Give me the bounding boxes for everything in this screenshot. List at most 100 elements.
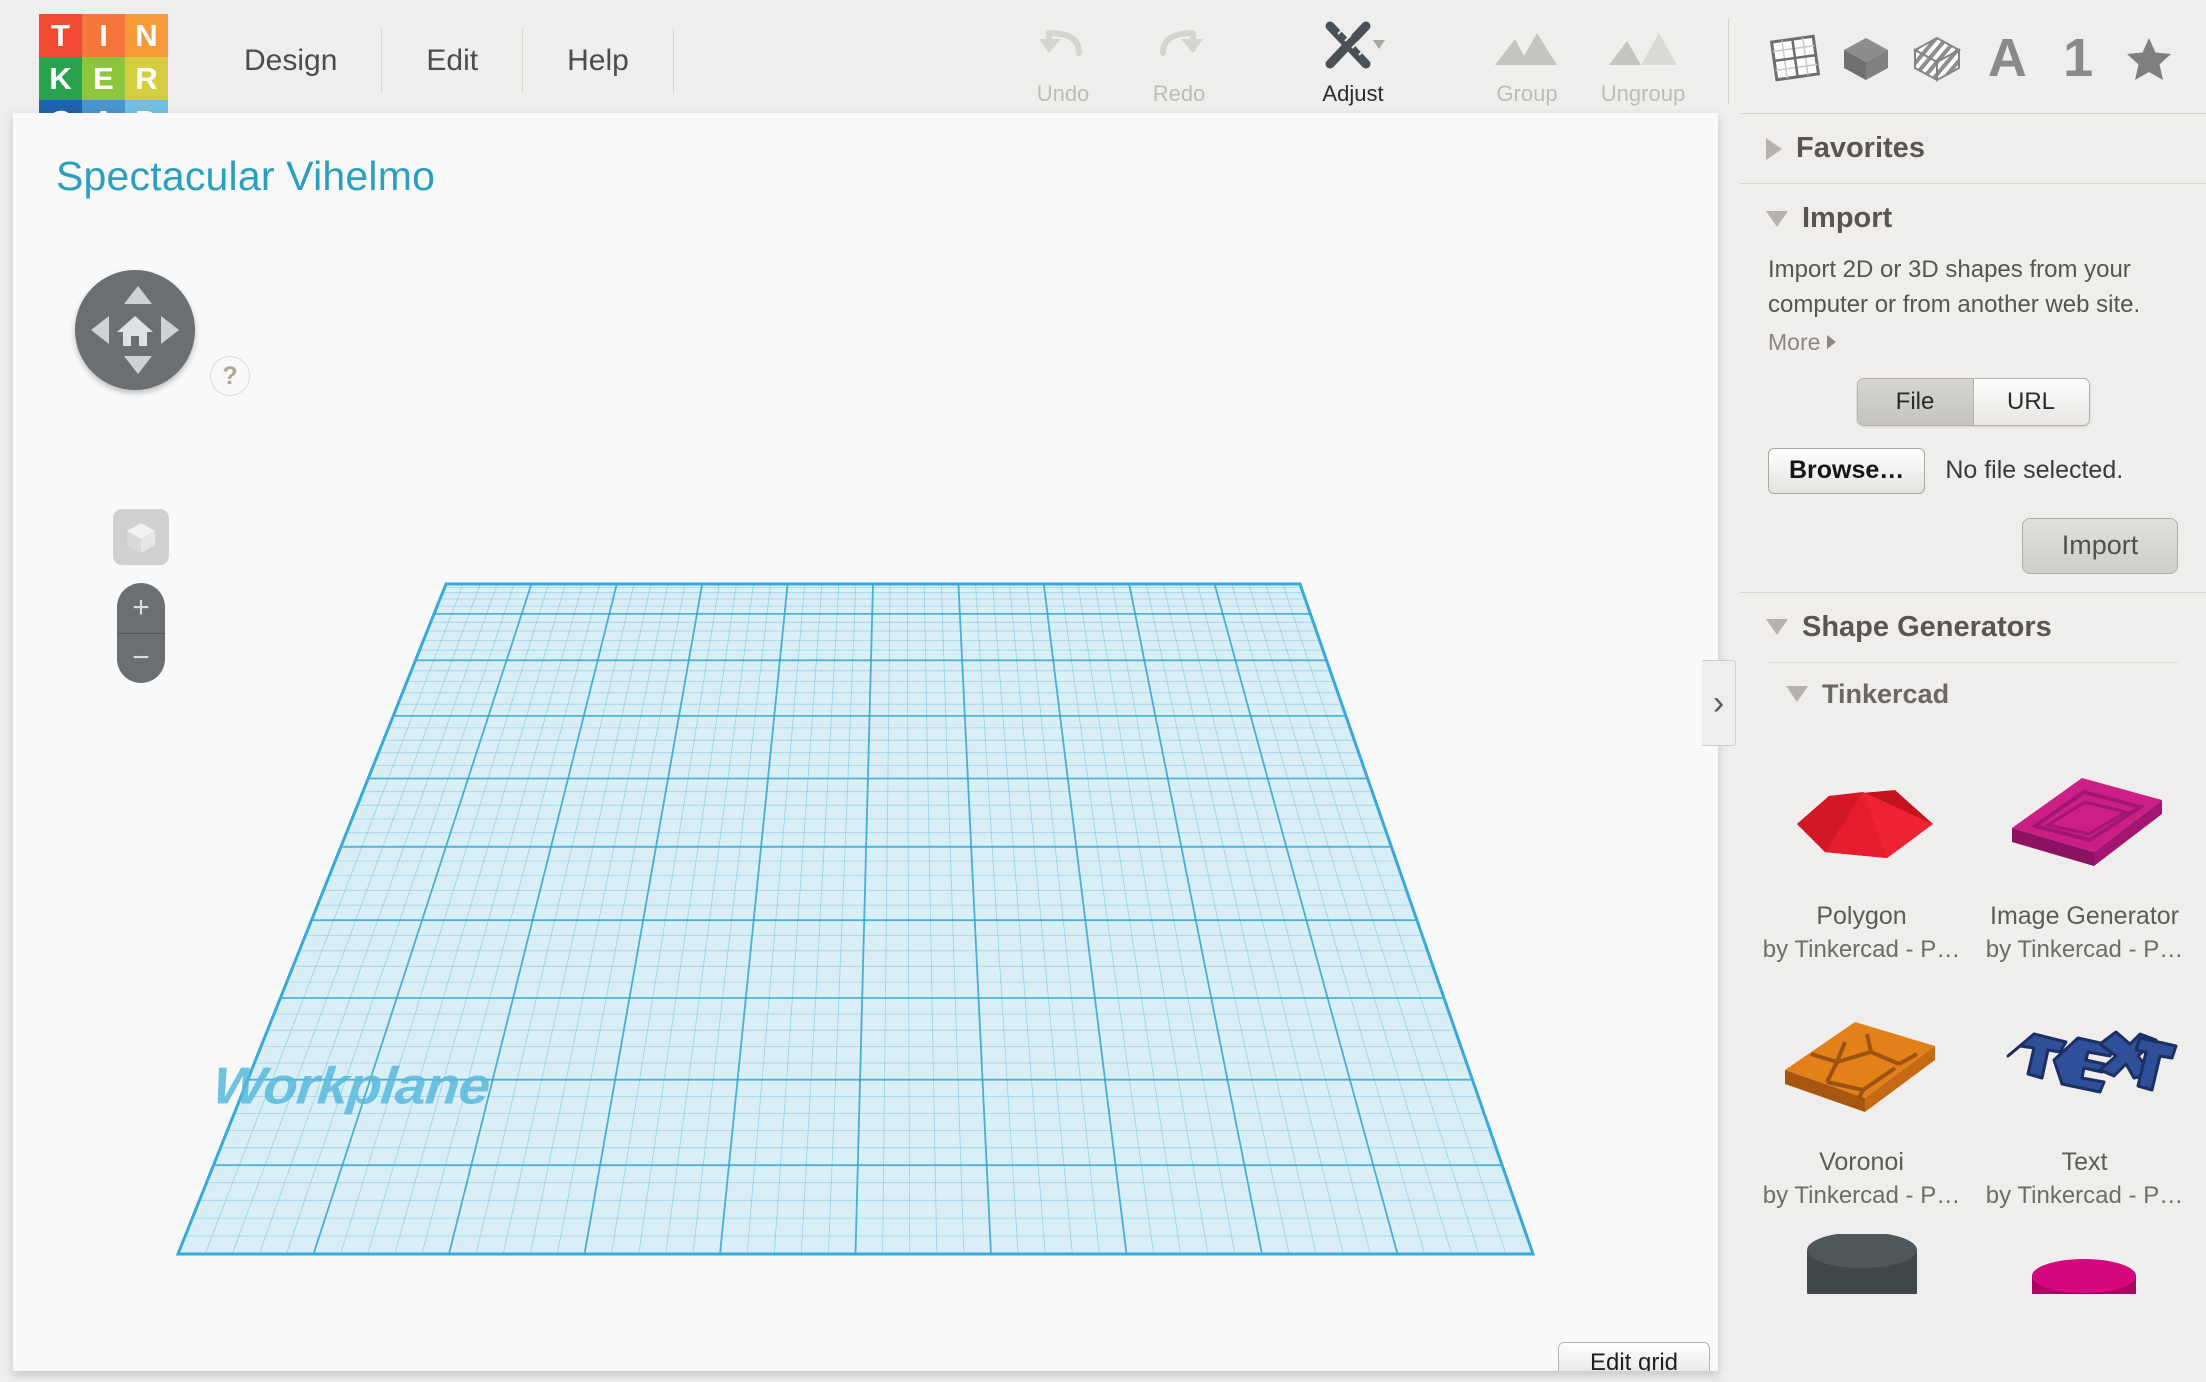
undo-button[interactable]: Undo [1005,16,1121,107]
workplane-icon[interactable] [1764,27,1826,89]
shape-author: by Tinkercad - P… [1985,935,2184,963]
workplane-label: Workplane [209,1056,493,1115]
logo-tile-i: I [82,14,125,57]
edit-grid-button[interactable]: Edit grid [1558,1342,1710,1371]
design-canvas[interactable]: Spectacular Vihelmo Workplane ? + − Edit… [13,113,1718,1371]
menu-item-help[interactable]: Help [523,28,673,94]
nav-up-arrow[interactable] [124,286,152,304]
view-nav-wheel[interactable] [75,270,195,390]
chevron-down-icon [1766,619,1788,636]
fit-view-cube-button[interactable] [113,509,169,565]
text-thumbnail-icon [1985,988,2185,1138]
voronoi-thumbnail-icon [1762,988,1962,1138]
shape-card-voronoi[interactable]: Voronoi by Tinkercad - P… [1750,978,1973,1224]
group-icon [1489,16,1565,78]
menu-item-design[interactable]: Design [200,28,381,94]
logo-tile-e: E [82,57,125,100]
import-action-row: Import [1768,517,2178,574]
workplane-svg [175,582,1536,1256]
action-toolbar: Undo Redo Adjust Group Ungroup [1005,16,1701,107]
shape-generators-title: Shape Generators [1802,610,2052,643]
chevron-right-small-icon [1827,335,1837,350]
logo-tile-n: N [125,14,168,57]
group-button[interactable]: Group [1469,16,1585,107]
adjust-label: Adjust [1322,81,1384,106]
chevron-down-icon [1766,210,1788,227]
adjust-icon [1318,16,1388,78]
section-import[interactable]: Import [1740,184,2206,253]
nav-left-arrow[interactable] [91,316,109,344]
section-shape-generators[interactable]: Shape Generators [1740,593,2206,662]
number-shape-icon[interactable]: 1 [2047,27,2109,89]
tinkercad-subsection-title: Tinkercad [1822,678,1950,709]
shape-card-cylinder-magenta[interactable] [1973,1224,2196,1308]
cube-icon [127,523,155,553]
home-view-icon[interactable] [113,308,157,352]
redo-button[interactable]: Redo [1121,16,1237,107]
section-favorites[interactable]: Favorites [1740,114,2206,183]
adjust-button[interactable]: Adjust [1295,16,1411,107]
shape-card-polygon[interactable]: Polygon by Tinkercad - P… [1750,732,1973,978]
more-label: More [1768,328,1821,355]
logo-tile-k: K [39,57,82,100]
group-label: Group [1496,81,1558,106]
cylinder-magenta-thumbnail-icon [1985,1234,2185,1294]
shape-name: Text [2061,1147,2108,1176]
file-picker-row: Browse… No file selected. [1768,447,2178,494]
zoom-controls: + − [117,583,165,683]
file-status-label: No file selected. [1945,456,2124,485]
zoom-out-button[interactable]: − [117,634,165,684]
nav-down-arrow[interactable] [124,356,152,374]
shape-author: by Tinkercad - P… [1985,1181,2184,1209]
import-title: Import [1802,202,1893,234]
tab-file[interactable]: File [1857,378,1973,425]
shape-author: by Tinkercad - P… [1762,935,1961,963]
undo-icon [1035,16,1091,78]
shape-tool-icons: A 1 [1752,10,2192,106]
shape-author: by Tinkercad - P… [1762,1181,1961,1209]
number-shape-label: 1 [2063,28,2094,88]
top-bar: TINKERCAD Design Edit Help Undo [0,0,2206,143]
ungroup-icon [1605,16,1681,78]
redo-label: Redo [1152,81,1206,106]
text-shape-label: A [1987,28,2027,88]
workplane[interactable]: Workplane [13,113,1718,1371]
star-icon[interactable] [2118,27,2180,89]
text-shape-icon[interactable]: A [1976,27,2038,89]
zoom-in-button[interactable]: + [117,583,165,633]
menu-divider [672,28,674,94]
hole-cube-icon[interactable] [1906,27,1968,89]
solid-cube-icon[interactable] [1835,27,1897,89]
import-more-link[interactable]: More [1768,328,1837,356]
import-source-toggle[interactable]: File URL [1856,377,2090,426]
menu-item-edit[interactable]: Edit [382,28,522,94]
shape-card-cylinder-dark[interactable] [1750,1224,1973,1308]
toolbar-divider [1728,18,1729,104]
browse-button[interactable]: Browse… [1768,447,1926,494]
shape-generator-grid: Polygon by Tinkercad - P… Image Generato… [1740,724,2206,1308]
subsection-tinkercad[interactable]: Tinkercad [1740,663,2206,724]
shape-name: Polygon [1816,901,1907,930]
redo-icon [1151,16,1207,78]
logo-tile-t: T [39,14,82,57]
chevron-right-icon [1766,137,1782,160]
tab-url[interactable]: URL [1972,378,2089,425]
shape-name: Voronoi [1819,1147,1904,1176]
chevron-down-icon [1786,686,1808,703]
import-description: Import 2D or 3D shapes from your compute… [1768,256,2141,318]
tinkercad-app: TINKERCAD Design Edit Help Undo [0,0,2206,1382]
shape-name: Image Generator [1990,901,2179,930]
help-button[interactable]: ? [210,356,250,396]
undo-label: Undo [1036,81,1090,106]
right-panel: Favorites Import Import 2D or 3D shapes … [1740,113,2206,1382]
cylinder-dark-thumbnail-icon [1762,1233,1962,1294]
ungroup-label: Ungroup [1600,81,1686,106]
shape-card-image-generator[interactable]: Image Generator by Tinkercad - P… [1973,732,2196,978]
ungroup-button[interactable]: Ungroup [1585,16,1701,107]
shape-card-text[interactable]: Text by Tinkercad - P… [1973,978,2196,1224]
import-button[interactable]: Import [2022,517,2178,574]
nav-right-arrow[interactable] [161,316,179,344]
panel-collapse-handle[interactable]: › [1702,660,1736,746]
polygon-thumbnail-icon [1762,742,1962,892]
main-menu: Design Edit Help [200,28,674,94]
